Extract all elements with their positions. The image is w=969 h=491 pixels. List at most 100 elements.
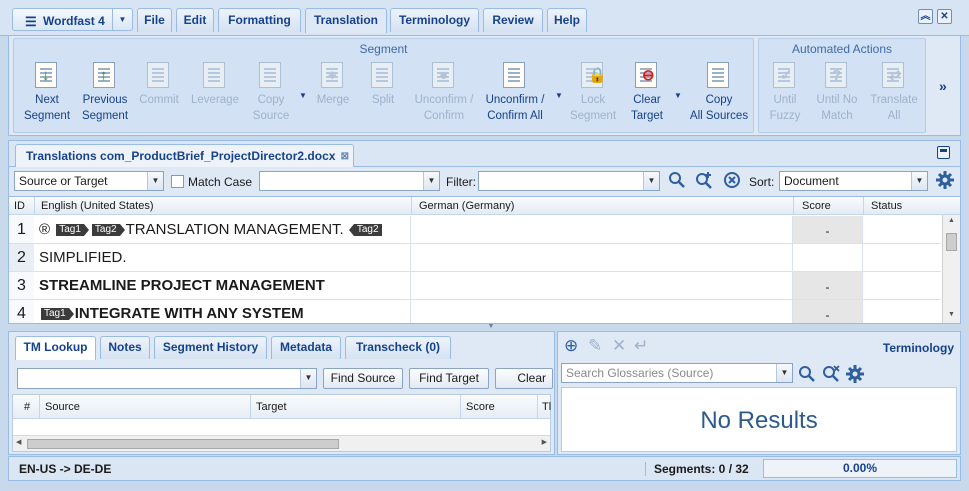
- tm-column-score[interactable]: Score: [466, 401, 495, 413]
- segment-row[interactable]: 1 ® Tag1 Tag2 TRANSLATION MANAGEMENT. Tag2-: [9, 216, 941, 244]
- translate-all-label-2: All: [887, 110, 901, 122]
- tab-tm-lookup[interactable]: TM Lookup: [15, 336, 96, 360]
- search-icon[interactable]: [668, 171, 686, 194]
- copy-all-sources-button[interactable]: Copy All Sources: [686, 56, 752, 130]
- segment-target[interactable]: [412, 300, 793, 323]
- column-header-id[interactable]: ID: [14, 200, 25, 212]
- segment-source[interactable]: STREAMLINE PROJECT MANAGEMENT: [35, 272, 411, 299]
- unconfirm-confirm-button[interactable]: ● Unconfirm / Confirm: [411, 56, 477, 130]
- chevron-down-icon[interactable]: ▼: [911, 172, 927, 190]
- match-case-checkbox[interactable]: [171, 175, 184, 188]
- search-next-icon[interactable]: [695, 171, 713, 194]
- segment-source[interactable]: ® Tag1 Tag2 TRANSLATION MANAGEMENT. Tag2: [35, 216, 411, 243]
- column-header-score[interactable]: Score: [802, 200, 831, 212]
- segment-target[interactable]: [412, 272, 793, 299]
- chevron-down-icon[interactable]: ▼: [300, 369, 316, 388]
- filter-select[interactable]: ▼: [478, 171, 660, 191]
- translate-all-button[interactable]: ⇄ Translate All: [861, 56, 927, 130]
- panel-splitter[interactable]: ▼: [480, 323, 502, 331]
- insert-term-icon[interactable]: ↵: [634, 336, 648, 356]
- segment-source[interactable]: SIMPLIFIED.: [35, 244, 411, 271]
- match-case-label: Match Case: [188, 175, 253, 189]
- add-term-icon[interactable]: ⊕: [564, 336, 578, 356]
- column-header-target[interactable]: German (Germany): [419, 200, 514, 212]
- delete-term-icon[interactable]: ✕: [612, 336, 626, 356]
- document-tab[interactable]: Translations com_ProductBrief_ProjectDir…: [15, 144, 354, 168]
- scope-select[interactable]: Source or Target ▼: [14, 171, 164, 191]
- grid-scrollbar[interactable]: ▲ ▼: [942, 215, 960, 323]
- segment-target[interactable]: [412, 216, 793, 243]
- scroll-left-icon[interactable]: ◀: [16, 438, 21, 446]
- tab-notes[interactable]: Notes: [100, 336, 150, 359]
- translate-all-label-1: Translate: [870, 94, 918, 106]
- column-header-source[interactable]: English (United States): [41, 200, 154, 212]
- next-segment-icon: ↓: [34, 60, 60, 88]
- scroll-right-icon[interactable]: ▶: [542, 438, 547, 446]
- clear-search-icon[interactable]: [723, 171, 741, 194]
- find-source-button[interactable]: Find Source: [323, 368, 403, 389]
- next-segment-button[interactable]: ↓ Next Segment: [14, 56, 80, 130]
- copy-all-sources-label-1: Copy: [705, 94, 733, 106]
- tm-column-target[interactable]: Target: [256, 401, 287, 413]
- menu-tab-review[interactable]: Review: [483, 8, 543, 32]
- chevron-down-icon[interactable]: ▼: [112, 9, 132, 30]
- inline-tag: Tag1: [41, 308, 74, 320]
- menu-tab-file[interactable]: File: [137, 8, 172, 32]
- clear-target-button[interactable]: ⊖ Clear Target: [614, 56, 680, 130]
- tab-segment-history[interactable]: Segment History: [154, 336, 267, 359]
- clear-button[interactable]: Clear: [495, 368, 553, 389]
- clear-target-icon: ⊖: [634, 60, 660, 88]
- tm-column-tl[interactable]: Tl: [542, 401, 551, 413]
- close-icon[interactable]: ✕: [937, 9, 952, 24]
- column-header-status[interactable]: Status: [871, 200, 902, 212]
- tm-column-source[interactable]: Source: [45, 401, 80, 413]
- tm-lookup-input[interactable]: ▼: [17, 368, 317, 389]
- app-menu-button[interactable]: ☰ Wordfast 4 ▼: [12, 8, 133, 31]
- segment-row[interactable]: 2 SIMPLIFIED.: [9, 244, 941, 272]
- tab-transcheck-0[interactable]: Transcheck (0): [345, 336, 451, 359]
- segment-grid: ID English (United States) German (Germa…: [8, 196, 961, 324]
- glossary-search-icon[interactable]: [798, 365, 816, 388]
- dropdown-caret-icon[interactable]: ▼: [674, 91, 682, 100]
- search-input[interactable]: ▼: [259, 171, 440, 191]
- find-target-button[interactable]: Find Target: [409, 368, 489, 389]
- tm-horizontal-scrollbar[interactable]: ◀ ▶: [13, 435, 550, 451]
- chevron-down-icon[interactable]: ▼: [776, 364, 792, 382]
- close-tab-icon[interactable]: ⊠: [341, 146, 349, 168]
- glossary-settings-icon[interactable]: [846, 365, 864, 388]
- segment-target[interactable]: [412, 244, 793, 271]
- glossary-search-input[interactable]: Search Glossaries (Source) ▼: [561, 363, 793, 383]
- split-button[interactable]: Split: [350, 56, 416, 130]
- tab-metadata[interactable]: Metadata: [271, 336, 341, 359]
- segment-row[interactable]: 4 Tag1 INTEGRATE WITH ANY SYSTEM -: [9, 300, 941, 323]
- ribbon-more-button[interactable]: »: [939, 78, 947, 94]
- minimize-icon[interactable]: [937, 146, 950, 159]
- tm-column-number[interactable]: #: [24, 401, 30, 413]
- clear-target-label-1: Clear: [633, 94, 661, 106]
- chevron-down-icon[interactable]: ▼: [147, 172, 163, 190]
- segment-row[interactable]: 3 STREAMLINE PROJECT MANAGEMENT -: [9, 272, 941, 300]
- edit-term-icon[interactable]: ✎: [588, 336, 602, 356]
- collapse-ribbon-icon[interactable]: ︽: [918, 9, 933, 24]
- sort-select[interactable]: Document ▼: [779, 171, 928, 191]
- chevron-down-icon[interactable]: ▼: [423, 172, 439, 190]
- settings-gear-icon[interactable]: [936, 171, 954, 194]
- menu-tab-terminology[interactable]: Terminology: [390, 8, 479, 32]
- scroll-up-icon[interactable]: ▲: [943, 217, 960, 224]
- copy-source-button[interactable]: Copy Source: [238, 56, 304, 130]
- menu-tab-translation[interactable]: Translation: [305, 8, 387, 33]
- glossary-clear-icon[interactable]: [822, 365, 840, 388]
- menu-tab-edit[interactable]: Edit: [176, 8, 214, 32]
- tm-scroll-thumb[interactable]: [27, 439, 339, 449]
- leverage-icon: [202, 60, 228, 88]
- scroll-down-icon[interactable]: ▼: [943, 311, 960, 318]
- next-segment-label-1: Next: [35, 94, 59, 106]
- scroll-thumb[interactable]: [946, 233, 957, 251]
- menu-tab-help[interactable]: Help: [547, 8, 587, 32]
- menu-tab-formatting[interactable]: Formatting: [218, 8, 301, 32]
- segment-source[interactable]: Tag1 INTEGRATE WITH ANY SYSTEM: [35, 300, 411, 323]
- copy-source-label-1: Copy: [257, 94, 285, 106]
- chevron-down-icon[interactable]: ▼: [643, 172, 659, 190]
- unconfirm-confirm-all-button[interactable]: Unconfirm / Confirm All: [482, 56, 548, 130]
- grid-header: ID English (United States) German (Germa…: [9, 197, 960, 215]
